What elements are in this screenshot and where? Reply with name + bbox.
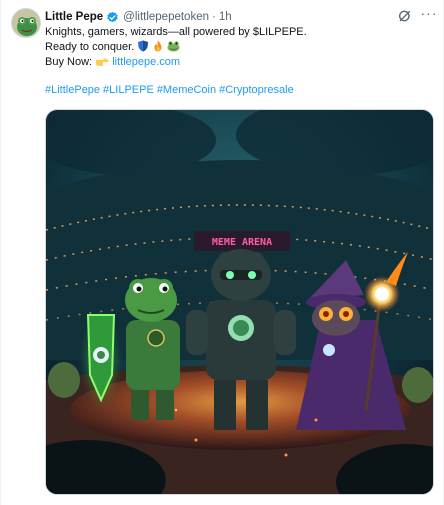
author-handle[interactable]: @littlepepetoken xyxy=(123,11,209,23)
arena-illustration: MEME ARENA xyxy=(46,110,433,494)
grok-icon[interactable] xyxy=(397,8,413,24)
buy-now-label: Buy Now: xyxy=(45,56,93,68)
tweet-image[interactable]: MEME ARENA xyxy=(45,109,434,495)
hashtag-list: #LittlePepe #LILPEPE #MemeCoin #Cryptopresa… xyxy=(45,83,297,98)
tweet-header: Little Pepe @littlepepetoken · 1h xyxy=(45,8,232,26)
verified-badge-icon xyxy=(106,11,119,24)
tweet-line-2-text: Ready to conquer. xyxy=(45,41,135,53)
avatar[interactable] xyxy=(11,8,41,38)
hashtag-link[interactable]: #MemeCoin xyxy=(157,84,216,96)
tweet-line-2: Ready to conquer. xyxy=(45,40,435,55)
hashtag-link[interactable]: #Cryptopresale xyxy=(219,84,294,96)
hashtag-link[interactable]: #LittlePepe xyxy=(45,84,100,96)
arena-sign: MEME ARENA xyxy=(212,237,272,248)
website-link[interactable]: littlepepe.com xyxy=(112,56,180,68)
tweet-text: Knights, gamers, wizards—all powered by … xyxy=(45,25,435,70)
tweet-card[interactable]: Little Pepe @littlepepetoken · 1h ··· Kn… xyxy=(0,0,444,505)
tweet-line-1: Knights, gamers, wizards—all powered by … xyxy=(45,26,307,38)
timestamp[interactable]: 1h xyxy=(219,11,232,23)
more-options-icon[interactable]: ··· xyxy=(420,6,438,24)
author-name[interactable]: Little Pepe xyxy=(45,11,103,23)
hashtag-link[interactable]: #LILPEPE xyxy=(103,84,154,96)
pointing-right-emoji xyxy=(95,56,109,72)
separator-dot: · xyxy=(212,11,216,23)
tweet-line-3: Buy Now: littlepepe.com xyxy=(45,55,435,70)
